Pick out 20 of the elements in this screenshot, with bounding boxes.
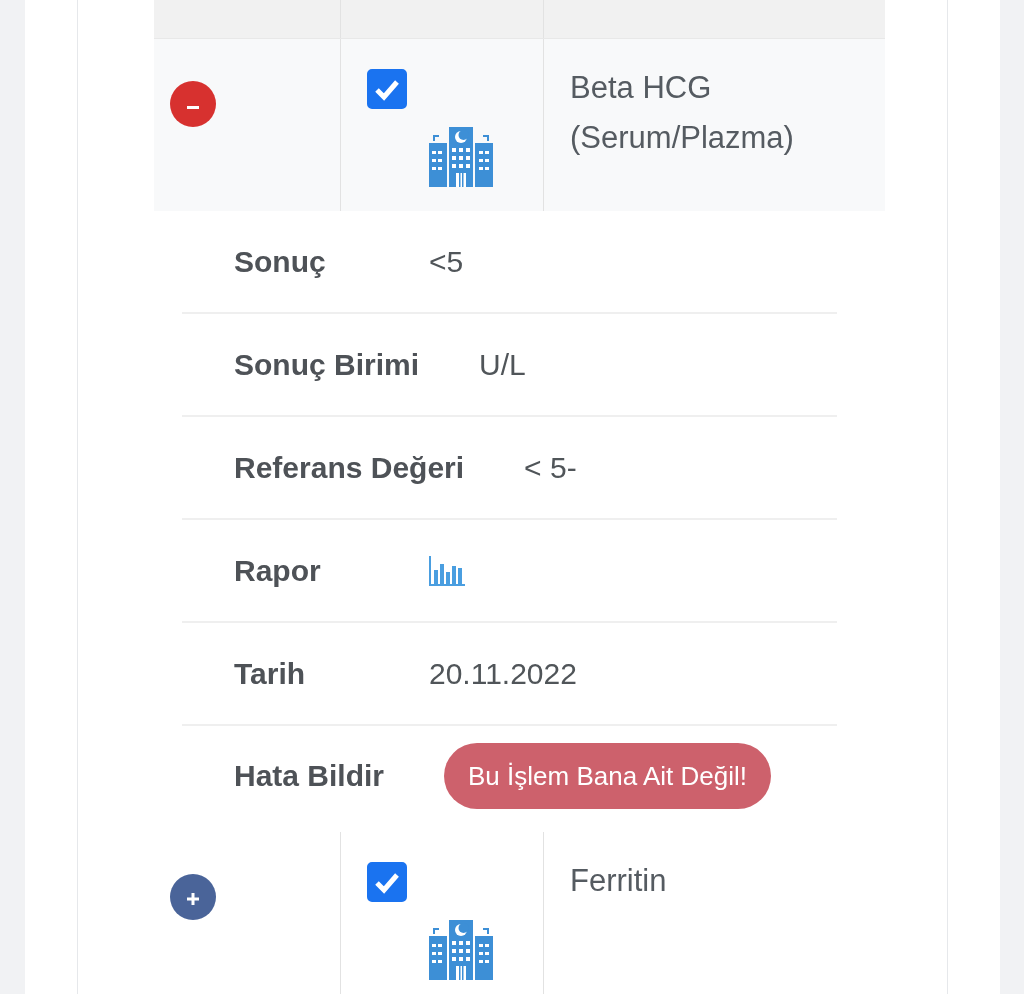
field-value: 20.11.2022: [429, 656, 577, 691]
field-label: Sonuç Birimi: [234, 347, 420, 382]
expand-button[interactable]: [170, 874, 216, 920]
field-value: < 5-: [524, 450, 577, 485]
minus-icon: [187, 106, 199, 109]
field-label: Sonuç: [234, 244, 327, 279]
test-name: Ferritin: [570, 862, 668, 900]
field-label: Tarih: [234, 656, 307, 691]
collapse-button[interactable]: [170, 81, 216, 127]
bar-chart-icon[interactable]: [429, 555, 465, 586]
test-name: Beta HCG (Serum/Plazma): [570, 69, 795, 157]
field-value: <5: [429, 244, 464, 279]
checkbox[interactable]: [367, 862, 407, 902]
report-error-button[interactable]: Bu İşlem Bana Ait Değil!: [444, 743, 771, 809]
field-label: Rapor: [234, 553, 322, 588]
field-value: U/L: [479, 347, 526, 382]
field-label: Hata Bildir: [234, 759, 385, 793]
plus-icon: [187, 893, 199, 905]
checkbox[interactable]: [367, 69, 407, 109]
field-label: Referans Değeri: [234, 450, 465, 485]
